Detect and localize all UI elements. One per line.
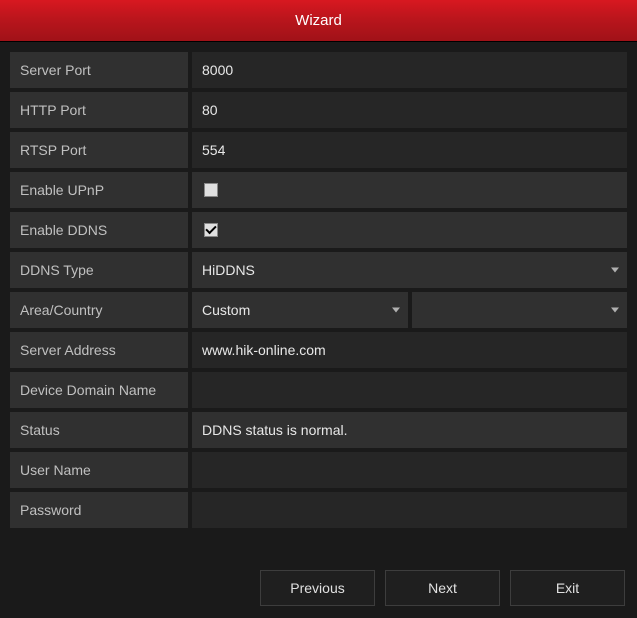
chevron-down-icon [392, 308, 400, 313]
row-password: Password [10, 492, 627, 528]
rtsp-port-input[interactable]: 554 [192, 132, 627, 168]
password-input[interactable] [192, 492, 627, 528]
label-password: Password [10, 492, 188, 528]
next-button[interactable]: Next [385, 570, 500, 606]
user-name-input[interactable] [192, 452, 627, 488]
row-user-name: User Name [10, 452, 627, 488]
ddns-type-select[interactable]: HiDDNS [192, 252, 627, 288]
status-value: DDNS status is normal. [192, 412, 627, 448]
row-server-port: Server Port 8000 [10, 52, 627, 88]
row-enable-upnp: Enable UPnP [10, 172, 627, 208]
enable-upnp-cell [192, 172, 627, 208]
row-area-country: Area/Country Custom [10, 292, 627, 328]
row-enable-ddns: Enable DDNS [10, 212, 627, 248]
label-server-address: Server Address [10, 332, 188, 368]
label-http-port: HTTP Port [10, 92, 188, 128]
label-user-name: User Name [10, 452, 188, 488]
label-ddns-type: DDNS Type [10, 252, 188, 288]
enable-ddns-cell [192, 212, 627, 248]
row-rtsp-port: RTSP Port 554 [10, 132, 627, 168]
label-status: Status [10, 412, 188, 448]
device-domain-name-input[interactable] [192, 372, 627, 408]
http-port-input[interactable]: 80 [192, 92, 627, 128]
country-select[interactable] [412, 292, 628, 328]
label-enable-ddns: Enable DDNS [10, 212, 188, 248]
row-http-port: HTTP Port 80 [10, 92, 627, 128]
titlebar: Wizard [0, 0, 637, 42]
chevron-down-icon [611, 268, 619, 273]
area-value: Custom [202, 302, 250, 318]
form-body: Server Port 8000 HTTP Port 80 RTSP Port … [0, 42, 637, 538]
label-enable-upnp: Enable UPnP [10, 172, 188, 208]
label-rtsp-port: RTSP Port [10, 132, 188, 168]
label-area-country: Area/Country [10, 292, 188, 328]
previous-button[interactable]: Previous [260, 570, 375, 606]
enable-upnp-checkbox[interactable] [204, 183, 218, 197]
area-select[interactable]: Custom [192, 292, 408, 328]
row-device-domain-name: Device Domain Name [10, 372, 627, 408]
server-port-input[interactable]: 8000 [192, 52, 627, 88]
server-address-input[interactable]: www.hik-online.com [192, 332, 627, 368]
exit-button[interactable]: Exit [510, 570, 625, 606]
window-title: Wizard [295, 12, 342, 29]
label-server-port: Server Port [10, 52, 188, 88]
row-ddns-type: DDNS Type HiDDNS [10, 252, 627, 288]
wizard-window: Wizard Server Port 8000 HTTP Port 80 RTS… [0, 0, 637, 618]
row-status: Status DDNS status is normal. [10, 412, 627, 448]
footer: Previous Next Exit [0, 558, 637, 618]
label-device-domain-name: Device Domain Name [10, 372, 188, 408]
row-server-address: Server Address www.hik-online.com [10, 332, 627, 368]
chevron-down-icon [611, 308, 619, 313]
ddns-type-value: HiDDNS [202, 262, 255, 278]
enable-ddns-checkbox[interactable] [204, 223, 218, 237]
